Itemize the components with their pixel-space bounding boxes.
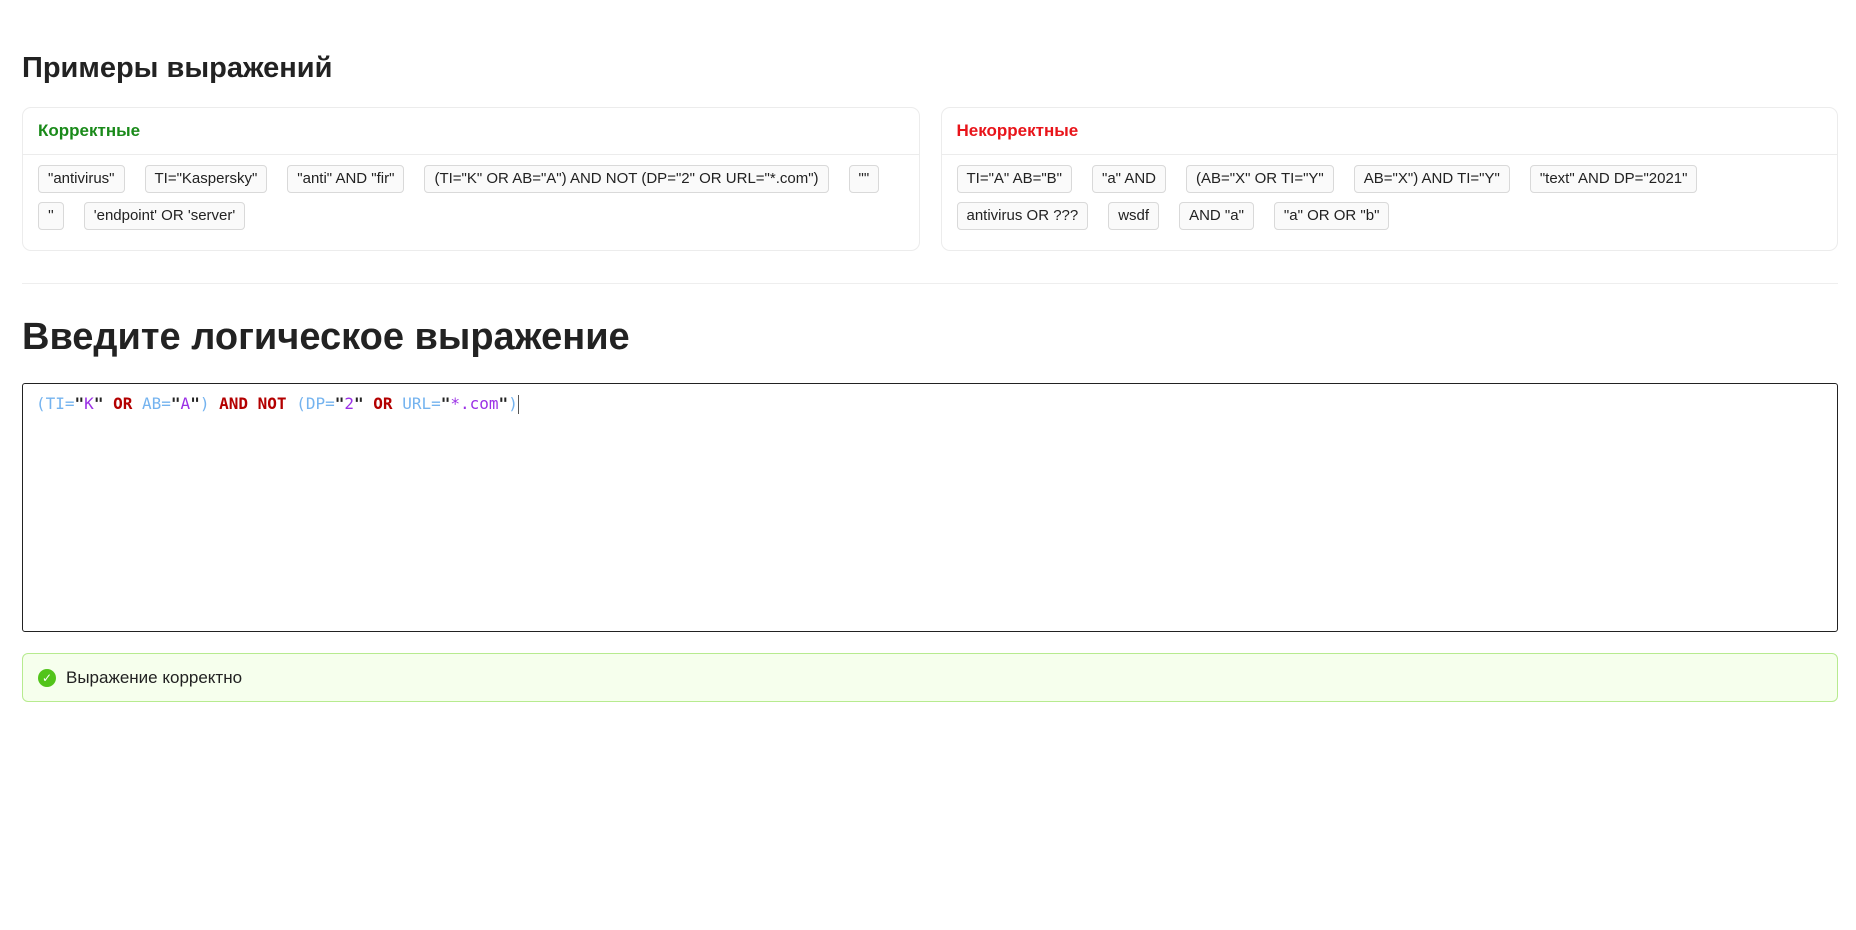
text-caret xyxy=(517,395,519,414)
token: AB= xyxy=(142,394,171,413)
examples-title: Примеры выражений xyxy=(22,52,333,84)
token: NOT xyxy=(257,394,287,413)
token: " xyxy=(93,394,104,413)
correct-example-chip[interactable]: "" xyxy=(848,165,880,193)
status-message: ✓ Выражение корректно xyxy=(22,653,1838,702)
token: (TI= xyxy=(36,394,75,413)
token: AND xyxy=(219,394,249,413)
token: 2 xyxy=(344,394,355,413)
correct-example-chip[interactable]: "anti" AND "fir" xyxy=(287,165,405,193)
token: OR xyxy=(373,394,393,413)
divider xyxy=(22,283,1838,284)
token: ) xyxy=(508,394,518,413)
incorrect-title: Некорректные xyxy=(941,108,1837,155)
correct-example-chip[interactable]: "antivirus" xyxy=(38,165,125,193)
correct-examples-card: Корректные "antivirus" TI="Kaspersky" "ant… xyxy=(22,107,920,251)
incorrect-example-chip[interactable]: "text" AND DP="2021" xyxy=(1529,165,1698,193)
token: " xyxy=(334,394,345,413)
correct-title: Корректные xyxy=(23,108,919,155)
incorrect-example-chip[interactable]: AB="X") AND TI="Y" xyxy=(1353,165,1510,193)
check-circle-icon: ✓ xyxy=(38,668,56,687)
token: OR xyxy=(113,394,133,413)
token: " xyxy=(190,394,200,413)
token: (DP= xyxy=(296,394,335,413)
status-text: Выражение корректно xyxy=(66,667,243,687)
correct-example-chip[interactable]: TI="Kaspersky" xyxy=(144,165,268,193)
token: " xyxy=(354,394,364,413)
incorrect-example-chip[interactable]: "a" AND xyxy=(1092,165,1167,193)
incorrect-example-chip[interactable]: wsdf xyxy=(1108,202,1160,230)
token: " xyxy=(498,394,509,413)
input-title: Введите логическое выражение xyxy=(22,316,630,358)
expression-input[interactable]: (TI="K" OR AB="A") AND NOT (DP="2" OR UR… xyxy=(22,383,1838,632)
token: URL= xyxy=(402,394,441,413)
token: " xyxy=(170,394,181,413)
token: " xyxy=(440,394,451,413)
incorrect-example-chip[interactable]: (AB="X" OR TI="Y" xyxy=(1186,165,1334,193)
correct-example-chip[interactable]: 'endpoint' OR 'server' xyxy=(83,202,246,230)
token: " xyxy=(74,394,85,413)
token: K xyxy=(84,394,94,413)
token: *.com xyxy=(450,394,499,413)
token: A xyxy=(180,394,191,413)
incorrect-examples-card: Некорректные TI="A" AB="B" "a" AND (AB="X"… xyxy=(940,107,1838,251)
incorrect-example-chip[interactable]: antivirus OR ??? xyxy=(956,202,1089,230)
incorrect-example-chip[interactable]: TI="A" AB="B" xyxy=(956,165,1073,193)
incorrect-example-chip[interactable]: AND "a" xyxy=(1179,202,1254,230)
incorrect-example-chip[interactable]: "a" OR OR "b" xyxy=(1273,202,1390,230)
correct-example-chip[interactable]: (TI="K" OR AB="A") AND NOT (DP="2" OR UR… xyxy=(424,165,829,193)
correct-example-chip[interactable]: '' xyxy=(38,202,64,230)
